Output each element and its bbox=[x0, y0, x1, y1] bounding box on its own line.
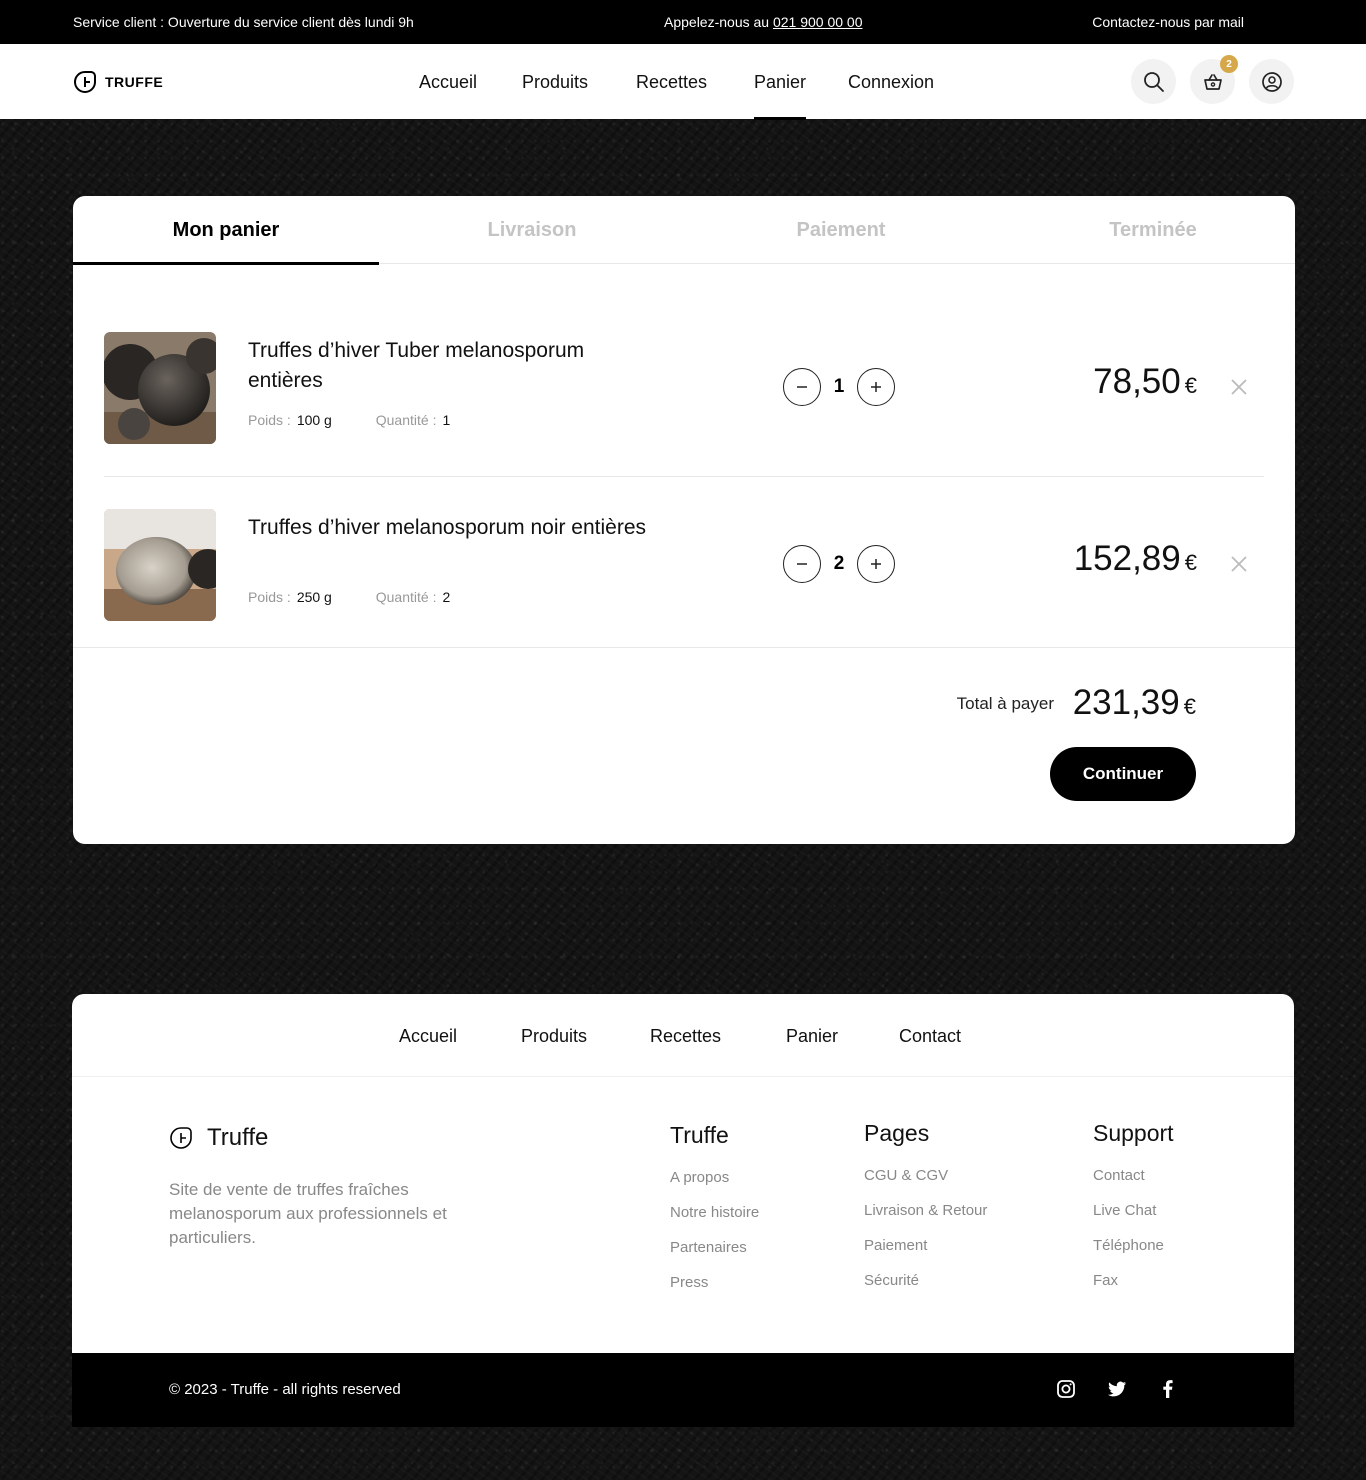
plus-icon bbox=[871, 559, 881, 569]
footer-nav-contact[interactable]: Contact bbox=[899, 1026, 961, 1047]
quantity-label: Quantité : bbox=[375, 412, 437, 428]
step-livraison[interactable]: Livraison bbox=[379, 196, 685, 264]
remove-item-button[interactable] bbox=[1228, 376, 1250, 398]
footer-link[interactable]: Notre histoire bbox=[670, 1204, 759, 1239]
footer-brand: Truffe bbox=[207, 1124, 269, 1151]
footer-nav-accueil[interactable]: Accueil bbox=[399, 1026, 457, 1047]
footer-link[interactable]: Partenaires bbox=[670, 1239, 759, 1274]
cart-item: Truffes d’hiver melanosporum noir entièr… bbox=[104, 509, 1264, 621]
quantity-value: 1 bbox=[442, 412, 451, 428]
nav-recettes[interactable]: Recettes bbox=[636, 72, 707, 93]
increase-button[interactable] bbox=[857, 368, 895, 406]
footer-column-support: Support Contact Live Chat Téléphone Fax bbox=[1093, 1120, 1174, 1307]
quantity-value: 2 bbox=[442, 589, 451, 605]
footer-link[interactable]: Paiement bbox=[864, 1237, 987, 1272]
weight-value: 100 g bbox=[296, 412, 332, 428]
truffle-image-icon bbox=[104, 509, 216, 621]
step-paiement[interactable]: Paiement bbox=[688, 196, 994, 264]
decrease-button[interactable] bbox=[783, 368, 821, 406]
footer-link[interactable]: Contact bbox=[1093, 1167, 1174, 1202]
checkout-steps: Mon panier Livraison Paiement Terminée bbox=[73, 196, 1295, 265]
contact-mail-link[interactable]: Contactez-nous par mail bbox=[1092, 14, 1244, 30]
footer-column-title: Support bbox=[1093, 1120, 1174, 1146]
quantity-stepper: 1 bbox=[783, 368, 895, 406]
footer-link[interactable]: Sécurité bbox=[864, 1272, 987, 1307]
instagram-icon[interactable] bbox=[1056, 1379, 1076, 1399]
nav-panier[interactable]: Panier bbox=[754, 72, 807, 120]
item-divider bbox=[104, 476, 1264, 477]
weight-label: Poids : bbox=[248, 412, 291, 428]
footer-link[interactable]: A propos bbox=[670, 1169, 759, 1204]
quantity-label: Quantité : bbox=[375, 589, 437, 605]
weight-value: 250 g bbox=[296, 589, 332, 605]
account-button[interactable] bbox=[1249, 59, 1294, 104]
item-price: 78,50 € bbox=[1093, 362, 1197, 401]
quantity-display: 2 bbox=[833, 553, 845, 574]
cart-count-badge: 2 bbox=[1220, 55, 1238, 73]
close-icon bbox=[1231, 379, 1247, 395]
quantity-stepper: 2 bbox=[783, 545, 895, 583]
search-button[interactable] bbox=[1131, 59, 1176, 104]
minus-icon bbox=[797, 386, 807, 388]
step-terminee[interactable]: Terminée bbox=[1000, 196, 1295, 264]
item-price: 152,89 € bbox=[1073, 539, 1197, 578]
footer-description: Site de vente de truffes fraîches melano… bbox=[169, 1180, 447, 1247]
plus-icon bbox=[871, 382, 881, 392]
service-hours-text: Service client : Ouverture du service cl… bbox=[73, 14, 414, 30]
cart-button[interactable]: 2 bbox=[1190, 55, 1238, 104]
nav-accueil[interactable]: Accueil bbox=[419, 72, 477, 93]
copyright-text: © 2023 - Truffe - all rights reserved bbox=[169, 1381, 401, 1398]
quantity-display: 1 bbox=[833, 376, 845, 397]
nav-produits[interactable]: Produits bbox=[522, 72, 588, 93]
footer-column-title: Truffe bbox=[670, 1122, 729, 1148]
footer-link[interactable]: CGU & CGV bbox=[864, 1167, 987, 1202]
footer-nav-panier[interactable]: Panier bbox=[786, 1026, 838, 1047]
truffle-image-icon bbox=[104, 332, 216, 444]
nav-connexion[interactable]: Connexion bbox=[848, 72, 934, 93]
footer-column-title: Pages bbox=[864, 1120, 930, 1146]
search-icon bbox=[1143, 71, 1164, 92]
decrease-button[interactable] bbox=[783, 545, 821, 583]
site-footer: Accueil Produits Recettes Panier Contact… bbox=[72, 994, 1294, 1427]
footer-nav: Accueil Produits Recettes Panier Contact bbox=[72, 994, 1294, 1077]
footer-nav-produits[interactable]: Produits bbox=[521, 1026, 587, 1047]
footer-nav-recettes[interactable]: Recettes bbox=[650, 1026, 721, 1047]
increase-button[interactable] bbox=[857, 545, 895, 583]
cart-card: Mon panier Livraison Paiement Terminée T… bbox=[73, 196, 1295, 844]
footer-link[interactable]: Livraison & Retour bbox=[864, 1202, 987, 1237]
step-mon-panier[interactable]: Mon panier bbox=[73, 196, 379, 265]
footer-column-pages: Pages CGU & CGV Livraison & Retour Paiem… bbox=[864, 1120, 987, 1307]
cart-item: Truffes d’hiver Tuber melanosporum entiè… bbox=[104, 332, 1264, 444]
footer-link[interactable]: Press bbox=[670, 1274, 759, 1309]
truffe-logo-icon bbox=[170, 1127, 192, 1149]
product-image[interactable] bbox=[104, 509, 216, 621]
weight-label: Poids : bbox=[248, 589, 291, 605]
phone-link[interactable]: 021 900 00 00 bbox=[773, 14, 863, 30]
footer-link[interactable]: Téléphone bbox=[1093, 1237, 1174, 1272]
product-image[interactable] bbox=[104, 332, 216, 444]
product-meta: Poids : 100 g Quantité : 1 bbox=[248, 412, 450, 428]
call-us-text: Appelez-nous au 021 900 00 00 bbox=[664, 14, 863, 30]
footer-column-truffe: Truffe A propos Notre histoire Partenair… bbox=[670, 1122, 759, 1309]
site-header: TRUFFE Accueil Produits Recettes Panier … bbox=[0, 44, 1366, 120]
footer-link[interactable]: Live Chat bbox=[1093, 1202, 1174, 1237]
product-name[interactable]: Truffes d’hiver Tuber melanosporum entiè… bbox=[248, 336, 648, 396]
product-meta: Poids : 250 g Quantité : 2 bbox=[248, 589, 450, 605]
facebook-icon[interactable] bbox=[1158, 1379, 1178, 1399]
twitter-icon[interactable] bbox=[1107, 1379, 1127, 1399]
basket-icon bbox=[1203, 73, 1222, 90]
total-label: Total à payer bbox=[956, 694, 1054, 713]
user-icon bbox=[1261, 71, 1282, 92]
footer-link[interactable]: Fax bbox=[1093, 1272, 1174, 1307]
minus-icon bbox=[797, 563, 807, 565]
total-amount: 231,39 € bbox=[1072, 683, 1196, 722]
product-name[interactable]: Truffes d’hiver melanosporum noir entièr… bbox=[248, 513, 648, 543]
total-divider bbox=[73, 647, 1295, 648]
close-icon bbox=[1231, 556, 1247, 572]
top-info-bar: Service client : Ouverture du service cl… bbox=[0, 0, 1366, 44]
footer-bottom-bar: © 2023 - Truffe - all rights reserved bbox=[72, 1353, 1294, 1427]
footer-logo[interactable]: Truffe bbox=[169, 1124, 268, 1152]
remove-item-button[interactable] bbox=[1228, 553, 1250, 575]
continue-button[interactable]: Continuer bbox=[1050, 747, 1196, 801]
